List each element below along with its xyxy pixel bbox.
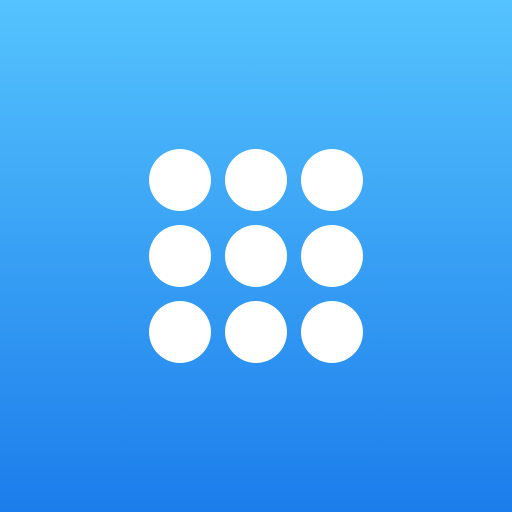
dot-icon: [301, 225, 363, 287]
dot-icon: [149, 301, 211, 363]
dot-icon: [301, 301, 363, 363]
app-icon[interactable]: [0, 0, 512, 512]
keypad-grid-icon: [149, 149, 363, 363]
dot-icon: [225, 225, 287, 287]
dot-icon: [301, 149, 363, 211]
dot-icon: [149, 225, 211, 287]
dot-icon: [225, 301, 287, 363]
dot-icon: [149, 149, 211, 211]
dot-icon: [225, 149, 287, 211]
